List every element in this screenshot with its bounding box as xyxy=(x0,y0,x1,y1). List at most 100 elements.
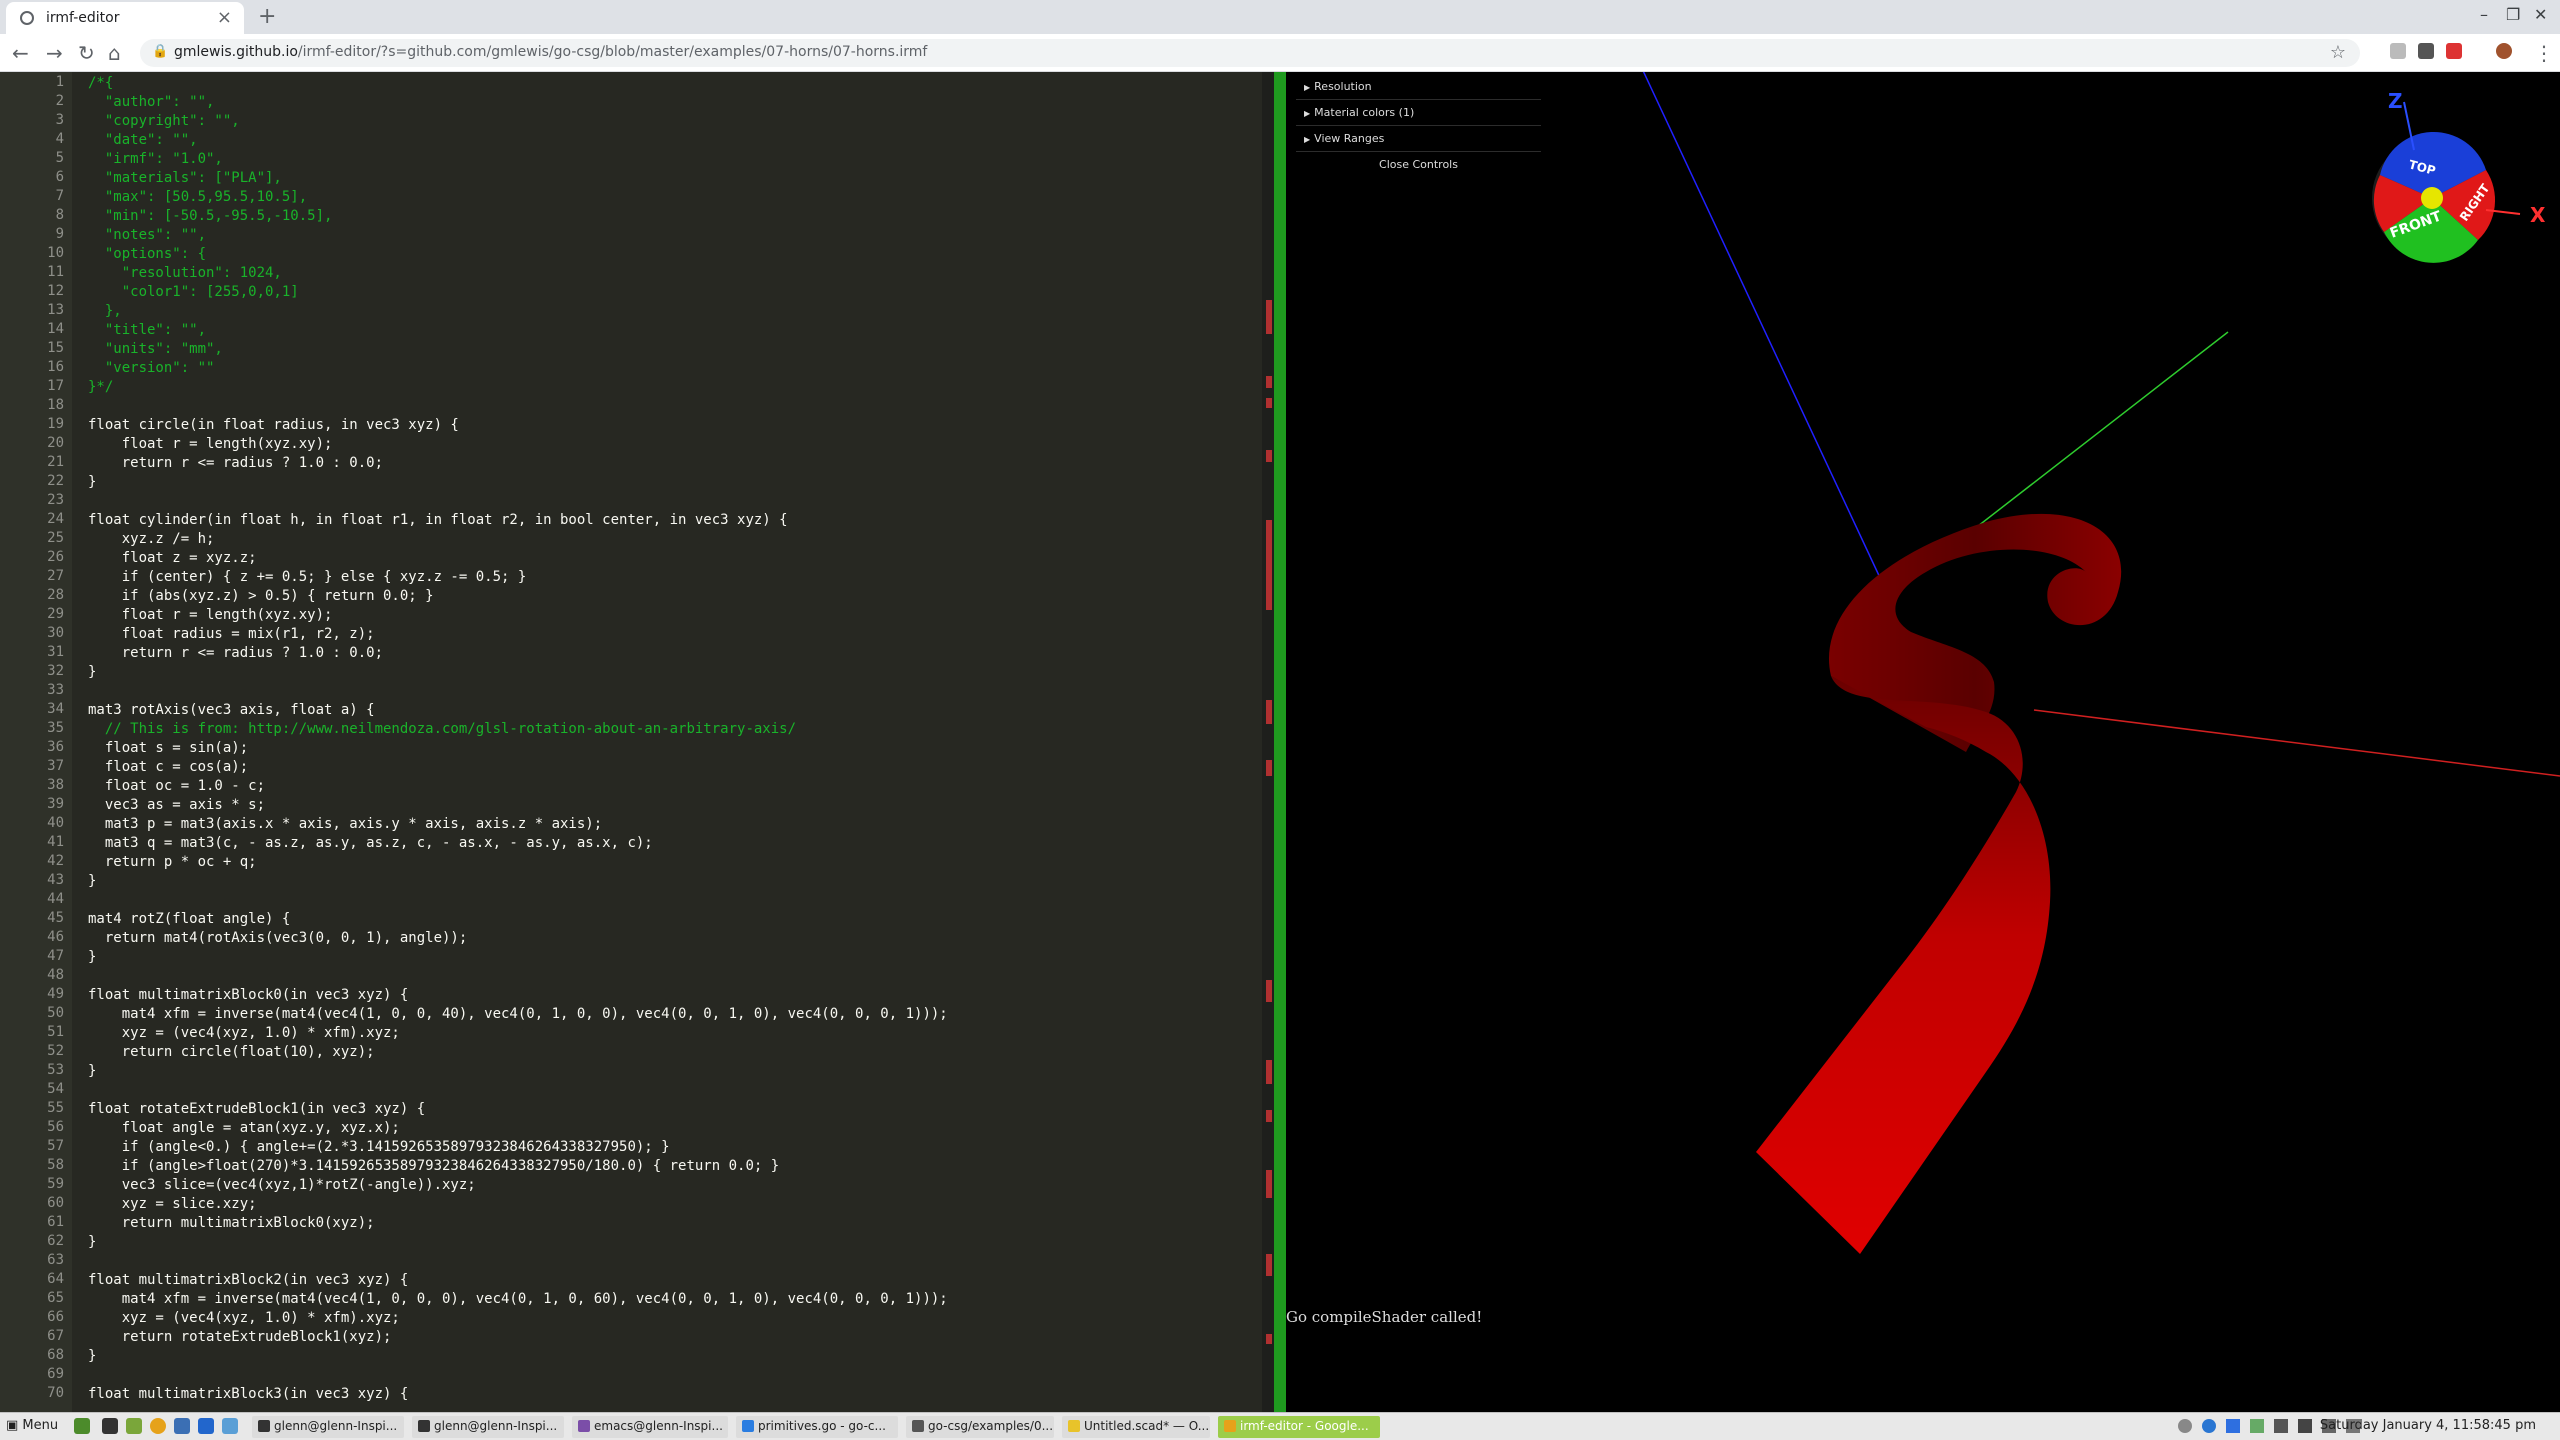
code-line[interactable]: "copyright": "", xyxy=(88,112,240,131)
code-line[interactable]: "author": "", xyxy=(88,93,215,112)
code-line[interactable]: xyz = (vec4(xyz, 1.0) * xfm).xyz; xyxy=(88,1024,400,1043)
editor-scrollbar[interactable] xyxy=(1262,72,1274,1412)
code-line[interactable]: xyz = slice.xzy; xyxy=(88,1195,257,1214)
close-tab-icon[interactable]: × xyxy=(217,7,232,28)
avatar[interactable] xyxy=(2496,43,2512,59)
code-line[interactable]: if (angle<0.) { angle+=(2.*3.14159265358… xyxy=(88,1138,670,1157)
code-line[interactable]: if (center) { z += 0.5; } else { xyz.z -… xyxy=(88,568,527,587)
code-line[interactable]: } xyxy=(88,872,96,891)
code-line[interactable]: float multimatrixBlock2(in vec3 xyz) { xyxy=(88,1271,408,1290)
extension-icon[interactable] xyxy=(2446,43,2462,59)
taskbar-window-button[interactable]: irmf-editor - Google... xyxy=(1218,1416,1380,1438)
user-icon[interactable] xyxy=(2298,1419,2312,1433)
code-line[interactable]: } xyxy=(88,948,96,967)
code-line[interactable]: return r <= radius ? 1.0 : 0.0; xyxy=(88,454,383,473)
extension-icon[interactable] xyxy=(2418,43,2434,59)
code-line[interactable]: vec3 slice=(vec4(xyz,1)*rotZ(-angle)).xy… xyxy=(88,1176,476,1195)
app-icon[interactable] xyxy=(198,1418,214,1434)
code-editor[interactable]: 1 2 3 4 5 6 7 8 9 10 11 12 13 14 15 16 17 18 19 20 21 22 23 24 2… xyxy=(0,72,1262,1412)
code-line[interactable]: float multimatrixBlock3(in vec3 xyz) { xyxy=(88,1385,408,1404)
tray-icon[interactable] xyxy=(2178,1419,2192,1433)
code-line[interactable]: return p * oc + q; xyxy=(88,853,257,872)
code-line[interactable]: } xyxy=(88,1233,96,1252)
extension-icon[interactable] xyxy=(2390,43,2406,59)
code-line[interactable]: return r <= radius ? 1.0 : 0.0; xyxy=(88,644,383,663)
tray-icon[interactable] xyxy=(2274,1419,2288,1433)
new-tab-button[interactable]: + xyxy=(258,4,276,29)
code-line[interactable]: float rotateExtrudeBlock1(in vec3 xyz) { xyxy=(88,1100,425,1119)
code-line[interactable]: }, xyxy=(88,302,122,321)
close-controls-button[interactable]: Close Controls xyxy=(1296,152,1541,174)
control-material-colors[interactable]: ▶ Material colors (1) xyxy=(1296,100,1541,126)
code-line[interactable]: "irmf": "1.0", xyxy=(88,150,223,169)
code-line[interactable]: return multimatrixBlock0(xyz); xyxy=(88,1214,375,1233)
view-orientation-cube[interactable]: FRONT TOP RIGHT Z X xyxy=(2372,89,2546,263)
folder-icon[interactable] xyxy=(126,1418,142,1434)
split-divider[interactable] xyxy=(1274,72,1286,1412)
code-line[interactable]: mat3 p = mat3(axis.x * axis, axis.y * ax… xyxy=(88,815,602,834)
bluetooth-icon[interactable] xyxy=(2226,1419,2240,1433)
maximize-icon[interactable]: ❐ xyxy=(2506,5,2520,24)
code-line[interactable]: float radius = mix(r1, r2, z); xyxy=(88,625,375,644)
code-line[interactable]: "title": "", xyxy=(88,321,206,340)
code-line[interactable]: mat3 rotAxis(vec3 axis, float a) { xyxy=(88,701,375,720)
code-line[interactable]: "materials": ["PLA"], xyxy=(88,169,282,188)
code-line[interactable]: xyz = (vec4(xyz, 1.0) * xfm).xyz; xyxy=(88,1309,400,1328)
taskbar-window-button[interactable]: primitives.go - go-c... xyxy=(736,1416,898,1438)
code-line[interactable]: float r = length(xyz.xy); xyxy=(88,435,333,454)
tray-icon[interactable] xyxy=(2202,1419,2216,1433)
code-line[interactable]: float multimatrixBlock0(in vec3 xyz) { xyxy=(88,986,408,1005)
bookmark-star-icon[interactable]: ☆ xyxy=(2330,42,2346,63)
code-line[interactable]: if (angle>float(270)*3.14159265358979323… xyxy=(88,1157,779,1176)
code-line[interactable]: float r = length(xyz.xy); xyxy=(88,606,333,625)
code-line[interactable]: "date": "", xyxy=(88,131,198,150)
reload-icon[interactable]: ↻ xyxy=(78,41,95,65)
code-line[interactable]: "min": [-50.5,-95.5,-10.5], xyxy=(88,207,333,226)
code-line[interactable]: "options": { xyxy=(88,245,206,264)
code-line[interactable]: xyz.z /= h; xyxy=(88,530,215,549)
taskbar-window-button[interactable]: go-csg/examples/0... xyxy=(906,1416,1054,1438)
code-line[interactable]: return mat4(rotAxis(vec3(0, 0, 1), angle… xyxy=(88,929,467,948)
code-line[interactable]: } xyxy=(88,1347,96,1366)
taskbar-window-button[interactable]: glenn@glenn-Inspi... xyxy=(412,1416,564,1438)
code-line[interactable]: "version": "" xyxy=(88,359,215,378)
code-line[interactable]: float oc = 1.0 - c; xyxy=(88,777,265,796)
code-line[interactable]: float c = cos(a); xyxy=(88,758,248,777)
code-line[interactable]: mat4 xfm = inverse(mat4(vec4(1, 0, 0, 40… xyxy=(88,1005,948,1024)
code-line[interactable]: "notes": "", xyxy=(88,226,206,245)
forward-icon[interactable]: → xyxy=(46,41,63,65)
code-line[interactable]: return rotateExtrudeBlock1(xyz); xyxy=(88,1328,392,1347)
browser-icon[interactable] xyxy=(150,1418,166,1434)
code-line[interactable]: "color1": [255,0,0,1] xyxy=(88,283,299,302)
code-line[interactable]: if (abs(xyz.z) > 0.5) { return 0.0; } xyxy=(88,587,434,606)
code-line[interactable]: "resolution": 1024, xyxy=(88,264,282,283)
code-line[interactable]: mat4 xfm = inverse(mat4(vec4(1, 0, 0, 0)… xyxy=(88,1290,948,1309)
tab-irmf-editor[interactable]: irmf-editor × xyxy=(6,2,244,34)
menu-kebab-icon[interactable]: ⋮ xyxy=(2534,41,2554,65)
taskbar-window-button[interactable]: Untitled.scad* — O... xyxy=(1062,1416,1210,1438)
code-line[interactable]: return circle(float(10), xyz); xyxy=(88,1043,375,1062)
back-icon[interactable]: ← xyxy=(12,41,29,65)
network-icon[interactable] xyxy=(2250,1419,2264,1433)
home-icon[interactable]: ⌂ xyxy=(108,41,121,65)
code-line[interactable]: "max": [50.5,95.5,10.5], xyxy=(88,188,307,207)
code-line[interactable]: mat3 q = mat3(c, - as.z, as.y, as.z, c, … xyxy=(88,834,653,853)
control-view-ranges[interactable]: ▶ View Ranges xyxy=(1296,126,1541,152)
control-resolution[interactable]: ▶ Resolution xyxy=(1296,74,1541,100)
desktop-icon[interactable] xyxy=(74,1418,90,1434)
taskbar-window-button[interactable]: emacs@glenn-Inspi... xyxy=(572,1416,728,1438)
code-line[interactable]: vec3 as = axis * s; xyxy=(88,796,265,815)
app-icon[interactable] xyxy=(222,1418,238,1434)
3d-viewer[interactable]: FRONT TOP RIGHT Z X ▶ Resolution ▶ Materia… xyxy=(1286,72,2560,1412)
code-line[interactable]: float circle(in float radius, in vec3 xy… xyxy=(88,416,459,435)
code-line[interactable]: float cylinder(in float h, in float r1, … xyxy=(88,511,788,530)
close-window-icon[interactable]: ✕ xyxy=(2534,5,2547,24)
code-line[interactable]: "units": "mm", xyxy=(88,340,223,359)
address-bar[interactable]: 🔒 gmlewis.github.io/irmf-editor/?s=githu… xyxy=(140,39,2360,67)
3d-scene[interactable]: FRONT TOP RIGHT Z X xyxy=(1286,72,2560,1412)
code-line[interactable]: /*{ xyxy=(88,74,113,93)
start-menu-button[interactable]: ▣ Menu xyxy=(6,1418,58,1433)
code-line[interactable]: }*/ xyxy=(88,378,113,397)
code-line[interactable]: float z = xyz.z; xyxy=(88,549,257,568)
terminal-icon[interactable] xyxy=(102,1418,118,1434)
